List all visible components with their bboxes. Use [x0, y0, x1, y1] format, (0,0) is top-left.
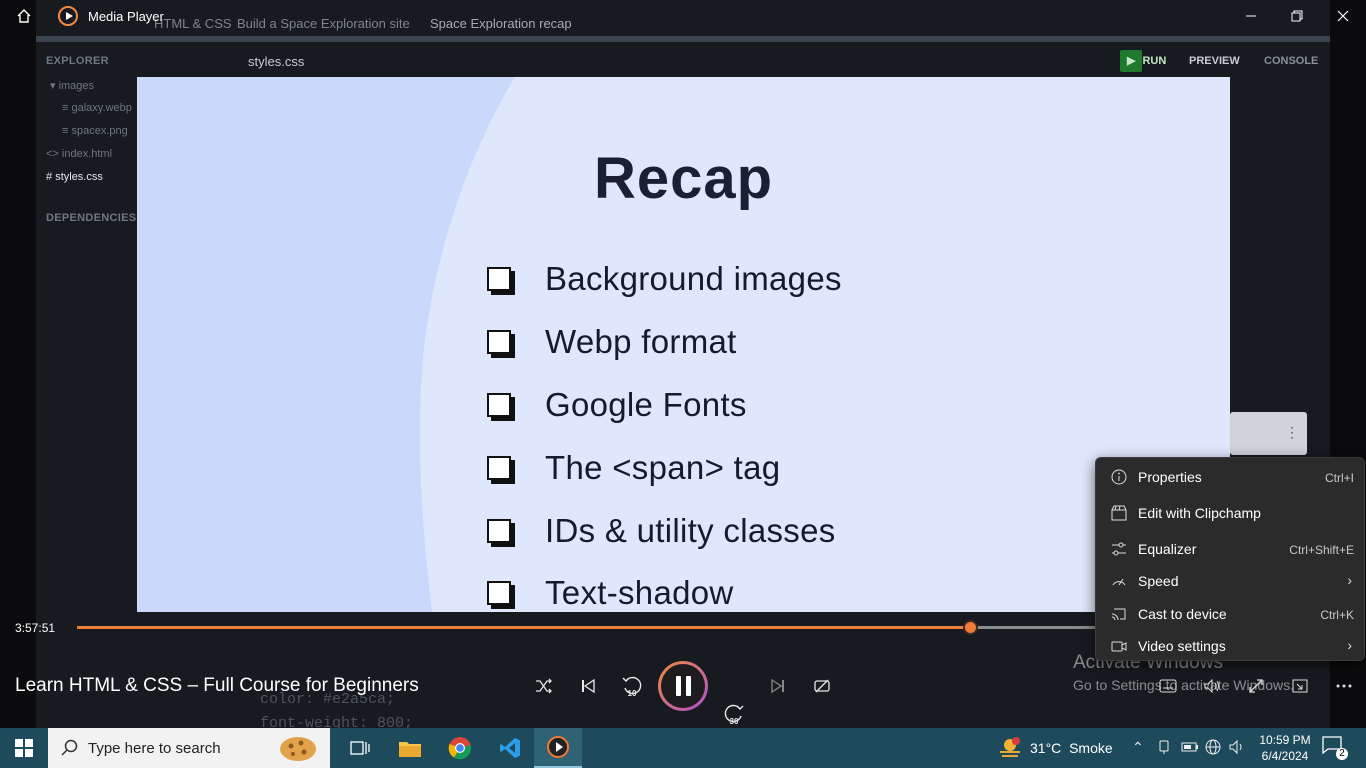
meet-now-icon[interactable] — [1157, 739, 1173, 758]
more-options-icon[interactable] — [1332, 675, 1356, 697]
menu-item-equalizer[interactable]: Equalizer Ctrl+Shift+E — [1096, 533, 1364, 565]
previous-icon[interactable] — [574, 672, 602, 700]
ide-file-tab: styles.css — [248, 54, 305, 69]
app-title: Media Player — [88, 9, 164, 24]
weather-widget[interactable]: 31°C Smoke — [998, 728, 1113, 768]
chevron-right-icon: › — [1347, 572, 1352, 588]
task-view-icon[interactable] — [336, 728, 384, 768]
chevron-up-icon[interactable]: ⌃ — [1132, 739, 1144, 756]
minimize-icon[interactable] — [1228, 0, 1274, 32]
tree-item-file-active: # styles.css — [46, 171, 103, 183]
equalizer-icon — [1110, 540, 1128, 558]
chrome-icon[interactable] — [436, 728, 484, 768]
skip-back-10-icon[interactable]: 10 — [618, 672, 646, 700]
explorer-heading: EXPLORER — [46, 55, 109, 67]
current-time: 3:57:51 — [15, 621, 56, 635]
search-placeholder: Type here to search — [88, 740, 221, 757]
clipchamp-icon — [1110, 504, 1128, 522]
video-title: Learn HTML & CSS – Full Course for Begin… — [15, 675, 419, 696]
ide-explorer: EXPLORER ▾ images ≡ galaxy.webp ≡ spacex… — [36, 42, 136, 612]
notification-count: 2 — [1336, 748, 1348, 760]
search-highlight-icon — [280, 737, 316, 761]
run-button: ▶ RUN — [1120, 50, 1166, 72]
checkbox-icon — [487, 581, 511, 605]
dependencies-heading: DEPENDENCIES — [46, 212, 137, 224]
next-icon[interactable] — [764, 672, 792, 700]
weather-haze-icon — [1000, 737, 1020, 757]
home-icon[interactable] — [10, 0, 38, 32]
media-player-taskbar-icon[interactable] — [534, 728, 582, 768]
console-button: CONSOLE — [1264, 55, 1319, 67]
repeat-icon[interactable] — [808, 672, 836, 700]
tree-item-folder: ▾ images — [50, 80, 95, 92]
ide-side-card: ⋮ — [1230, 412, 1307, 455]
skip-forward-30-icon[interactable]: 30 — [720, 700, 748, 728]
recap-slide: Recap Background images Webp format Goog… — [137, 77, 1230, 612]
network-globe-icon[interactable] — [1205, 739, 1221, 758]
slide-title: Recap — [593, 146, 774, 211]
file-explorer-icon[interactable] — [386, 728, 434, 768]
cast-icon — [1110, 605, 1128, 623]
checkbox-icon — [487, 393, 511, 417]
chevron-right-icon: › — [1347, 637, 1352, 653]
seek-progress — [77, 626, 970, 629]
taskbar: Type here to search 31°C Smoke ⌃ 10:59 P… — [0, 728, 1366, 768]
vscode-icon[interactable] — [486, 728, 534, 768]
taskbar-clock[interactable]: 10:59 PM 6/4/2024 — [1252, 732, 1318, 764]
menu-item-edit-clipchamp[interactable]: Edit with Clipchamp — [1096, 497, 1364, 529]
preview-button: PREVIEW — [1189, 55, 1240, 67]
title-bar: Media Player — [0, 0, 1366, 32]
more-options-menu: Properties Ctrl+I Edit with Clipchamp Eq… — [1095, 457, 1365, 661]
speed-icon — [1110, 572, 1128, 590]
pause-icon — [661, 664, 705, 708]
windows-start-icon[interactable] — [0, 728, 48, 768]
clock-time: 10:59 PM — [1259, 733, 1311, 747]
clock-date: 6/4/2024 — [1261, 749, 1309, 763]
tree-item-file: ≡ spacex.png — [62, 125, 128, 137]
checkbox-icon — [487, 330, 511, 354]
menu-item-speed[interactable]: Speed › — [1096, 565, 1364, 597]
checkbox-icon — [487, 456, 511, 480]
checkbox-icon — [487, 267, 511, 291]
menu-item-video-settings[interactable]: Video settings › — [1096, 630, 1364, 662]
media-player-logo — [58, 6, 78, 26]
seek-thumb[interactable] — [962, 620, 978, 635]
ide-top-strip — [36, 36, 1330, 42]
restore-icon[interactable] — [1274, 0, 1320, 32]
more-icon: ⋮ — [1285, 424, 1299, 440]
seek-bar[interactable] — [77, 620, 1097, 635]
close-icon[interactable] — [1320, 0, 1366, 32]
checkbox-icon — [487, 519, 511, 543]
notification-center-icon[interactable]: 2 — [1322, 736, 1348, 760]
pause-button[interactable] — [658, 661, 708, 711]
menu-item-cast[interactable]: Cast to device Ctrl+K — [1096, 598, 1364, 630]
speaker-icon[interactable] — [1229, 739, 1245, 758]
taskbar-search[interactable]: Type here to search — [48, 728, 330, 768]
weather-text: 31°C Smoke — [1030, 740, 1113, 756]
search-icon — [60, 739, 78, 762]
tree-item-file: ≡ galaxy.webp — [62, 102, 132, 114]
shuffle-icon[interactable] — [530, 672, 558, 700]
battery-icon[interactable] — [1181, 739, 1199, 758]
menu-item-properties[interactable]: Properties Ctrl+I — [1096, 461, 1364, 493]
tree-item-file: <> index.html — [46, 148, 113, 160]
video-settings-icon — [1110, 637, 1128, 655]
info-icon — [1110, 468, 1128, 486]
